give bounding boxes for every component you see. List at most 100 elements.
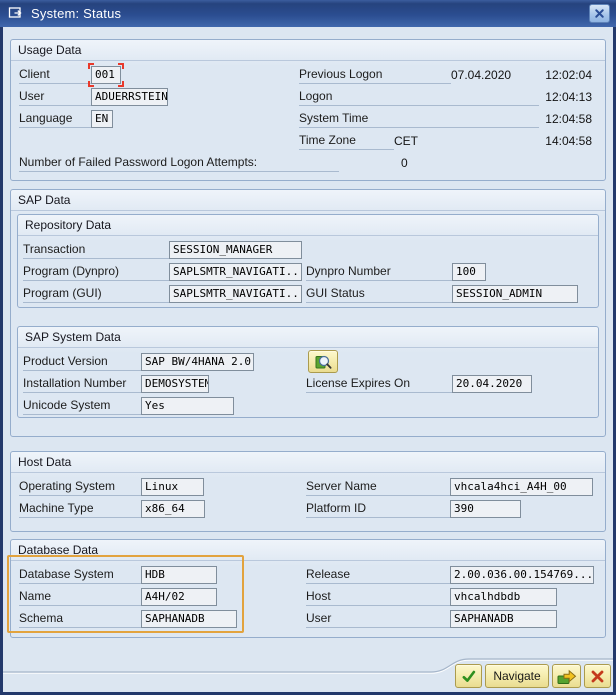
gui-status-field[interactable]: SESSION_ADMIN [452, 285, 578, 303]
host-data-group: Host Data Operating System Linux Server … [10, 451, 606, 532]
magnifier-document-icon [313, 353, 333, 371]
schema-field[interactable]: SAPHANADB [141, 610, 237, 628]
product-version-detail-button[interactable] [308, 350, 338, 373]
database-data-title: Database Data [11, 540, 605, 561]
server-name-label: Server Name [306, 478, 450, 496]
database-user-label: User [306, 610, 450, 628]
machine-type-label: Machine Type [19, 500, 141, 518]
database-user-field[interactable]: SAPHANADB [450, 610, 557, 628]
license-expires-label: License Expires On [306, 375, 452, 393]
system-time-value: 12:04:58 [545, 112, 592, 126]
operating-system-label: Operating System [19, 478, 141, 496]
close-icon [593, 7, 606, 20]
product-version-field[interactable]: SAP BW/4HANA 2.0 [141, 353, 254, 371]
dynpro-number-label: Dynpro Number [306, 263, 452, 281]
user-field[interactable]: ADUERRSTEIN [91, 88, 168, 106]
transaction-label: Transaction [23, 241, 169, 259]
repository-data-group: Repository Data Transaction SESSION_MANA… [17, 214, 599, 308]
failed-attempts-row: Number of Failed Password Logon Attempts… [19, 152, 605, 174]
previous-logon-label: Previous Logon [299, 66, 451, 84]
client-row: Client 001 Previous Logon 07.04.2020 12:… [19, 64, 605, 86]
usage-data-title: Usage Data [11, 40, 605, 61]
unicode-system-row: Unicode System Yes [23, 395, 598, 417]
language-row: Language EN System Time 12:04:58 [19, 108, 605, 130]
user-row: User ADUERRSTEIN Logon 12:04:13 [19, 86, 605, 108]
system-status-dialog: System: Status Usage Data Client 001 Pre… [0, 0, 616, 695]
schema-label: Schema [19, 610, 141, 628]
previous-logon-time: 12:02:04 [545, 68, 592, 82]
sap-system-data-title: SAP System Data [18, 327, 598, 348]
close-button[interactable] [589, 4, 610, 23]
program-dynpro-row: Program (Dynpro) SAPLSMTR_NAVIGATI... Dy… [23, 261, 598, 283]
machine-type-field[interactable]: x86_64 [141, 500, 205, 518]
time-zone-value: CET [394, 134, 418, 148]
program-dynpro-field[interactable]: SAPLSMTR_NAVIGATI... [169, 263, 302, 281]
operating-system-row: Operating System Linux Server Name vhcal… [19, 476, 605, 498]
database-system-row: Database System HDB Release 2.00.036.00.… [19, 564, 605, 586]
navigate-button[interactable]: Navigate [485, 664, 549, 688]
installation-number-row: Installation Number DEMOSYSTEM License E… [23, 373, 598, 395]
release-label: Release [306, 566, 450, 584]
previous-logon-date: 07.04.2020 [451, 68, 511, 82]
gui-status-label: GUI Status [306, 285, 452, 303]
database-name-row: Name A4H/02 Host vhcalhdbdb [19, 586, 605, 608]
unicode-system-label: Unicode System [23, 397, 141, 415]
system-time-label: System Time [299, 110, 539, 128]
language-field[interactable]: EN [91, 110, 113, 128]
database-name-label: Name [19, 588, 141, 606]
database-host-label: Host [306, 588, 450, 606]
sap-data-group: SAP Data Repository Data Transaction SES… [10, 189, 606, 437]
program-gui-label: Program (GUI) [23, 285, 169, 303]
focus-corner [118, 63, 124, 69]
dialog-titlebar[interactable]: System: Status [0, 0, 616, 27]
installation-number-label: Installation Number [23, 375, 141, 393]
transaction-row: Transaction SESSION_MANAGER [23, 239, 598, 261]
footer-button-bar: Navigate [455, 664, 611, 688]
sap-system-data-group: SAP System Data Product Version SAP BW/4… [17, 326, 599, 418]
product-version-label: Product Version [23, 353, 141, 371]
license-expires-field[interactable]: 20.04.2020 [452, 375, 532, 393]
confirm-button[interactable] [455, 664, 482, 688]
transaction-field[interactable]: SESSION_MANAGER [169, 241, 302, 259]
dialog-content: Usage Data Client 001 Previous Logon 07.… [3, 27, 613, 692]
focus-indicator: 001 [91, 66, 121, 84]
client-label: Client [19, 66, 91, 84]
operating-system-field[interactable]: Linux [141, 478, 204, 496]
installation-number-field[interactable]: DEMOSYSTEM [141, 375, 209, 393]
sap-data-title: SAP Data [11, 190, 605, 211]
host-data-title: Host Data [11, 452, 605, 473]
program-dynpro-label: Program (Dynpro) [23, 263, 169, 281]
dialog-window-icon [8, 6, 24, 21]
logon-time: 12:04:13 [545, 90, 592, 104]
platform-id-field[interactable]: 390 [450, 500, 521, 518]
focus-corner [88, 63, 94, 69]
time-zone-label: Time Zone [299, 132, 394, 150]
release-field[interactable]: 2.00.036.00.154769... [450, 566, 594, 584]
repository-data-title: Repository Data [18, 215, 598, 236]
user-label: User [19, 88, 91, 106]
platform-id-label: Platform ID [306, 500, 450, 518]
unicode-system-field[interactable]: Yes [141, 397, 234, 415]
time-zone-row: Time Zone CET 14:04:58 [19, 130, 605, 152]
cancel-button[interactable] [584, 664, 611, 688]
client-field[interactable]: 001 [91, 66, 121, 84]
dynpro-number-field[interactable]: 100 [452, 263, 486, 281]
database-system-field[interactable]: HDB [141, 566, 217, 584]
dialog-title: System: Status [31, 6, 589, 21]
program-gui-field[interactable]: SAPLSMTR_NAVIGATI... [169, 285, 302, 303]
logon-label: Logon [299, 88, 539, 106]
database-host-field[interactable]: vhcalhdbdb [450, 588, 557, 606]
cancel-x-icon [590, 669, 605, 684]
language-label: Language [19, 110, 91, 128]
exit-button[interactable] [552, 664, 581, 688]
database-name-field[interactable]: A4H/02 [141, 588, 217, 606]
database-data-group: Database Data Database System HDB Releas… [10, 539, 606, 638]
time-zone-time: 14:04:58 [545, 134, 592, 148]
database-system-label: Database System [19, 566, 141, 584]
schema-row: Schema SAPHANADB User SAPHANADB [19, 608, 605, 630]
failed-attempts-value: 0 [401, 156, 408, 170]
machine-type-row: Machine Type x86_64 Platform ID 390 [19, 498, 605, 520]
product-version-row: Product Version SAP BW/4HANA 2.0 [23, 351, 598, 373]
failed-attempts-label: Number of Failed Password Logon Attempts… [19, 154, 339, 172]
server-name-field[interactable]: vhcala4hci_A4H_00 [450, 478, 593, 496]
